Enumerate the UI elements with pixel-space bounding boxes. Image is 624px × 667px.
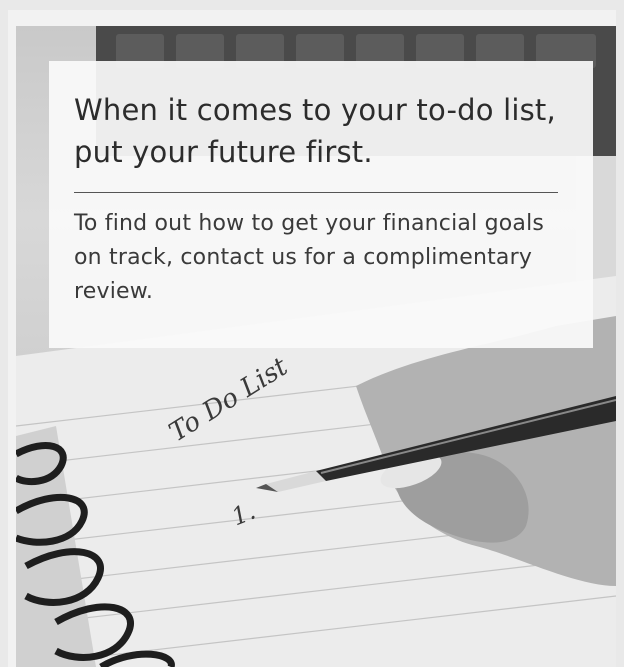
ad-body-text: To find out how to get your financial go… <box>74 211 545 304</box>
divider <box>74 192 558 193</box>
ad-callout-box: When it comes to your to-do list, put yo… <box>49 61 593 348</box>
ad-headline: When it comes to your to-do list, put yo… <box>74 93 556 169</box>
